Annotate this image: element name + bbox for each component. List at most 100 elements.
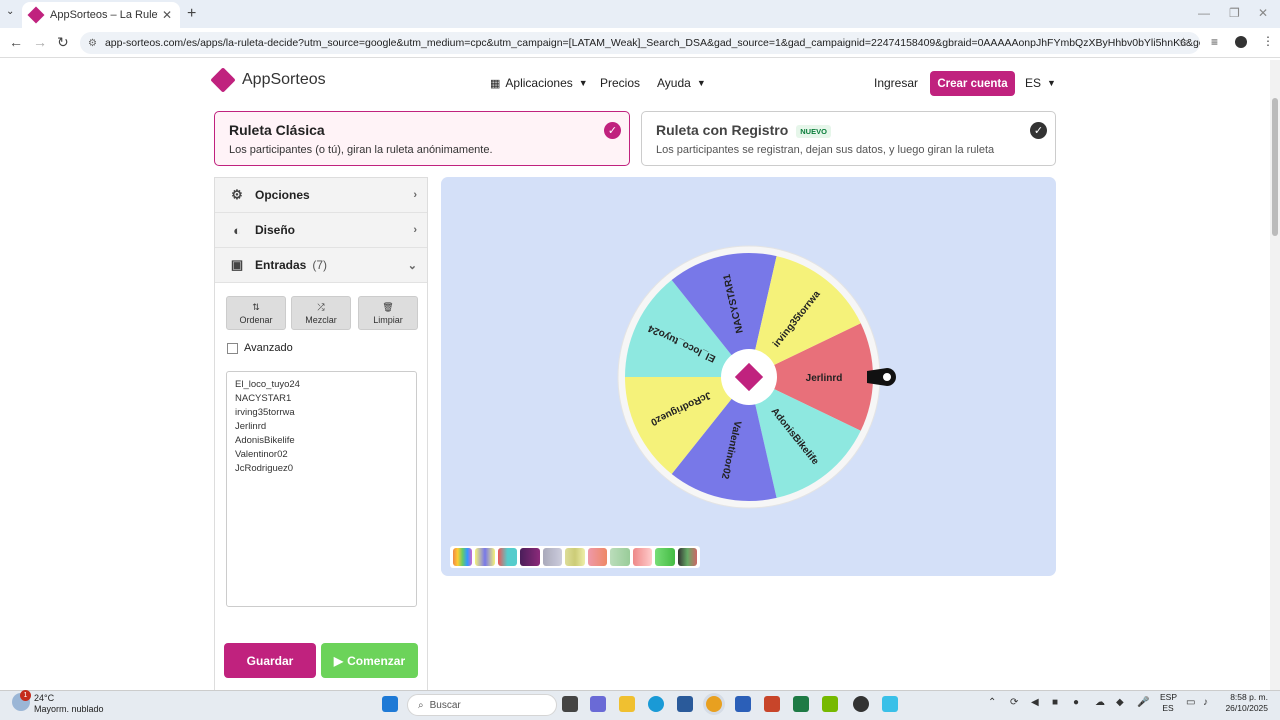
start-menu-icon[interactable] xyxy=(382,696,398,712)
minimize-icon[interactable]: — xyxy=(1198,6,1210,20)
nav-help[interactable]: Ayuda ▼ xyxy=(657,76,706,90)
system-clock[interactable]: 8:58 p. m. 26/10/2025 xyxy=(1218,692,1268,714)
language-selector[interactable]: ES ▼ xyxy=(1025,76,1056,90)
advanced-checkbox[interactable] xyxy=(227,342,238,354)
palette-swatch[interactable] xyxy=(677,548,697,566)
spin-wheel[interactable]: JerlinrdAdonisBikelifeValentinor02JcRodr… xyxy=(612,240,902,514)
palette-swatch[interactable] xyxy=(565,548,585,566)
tray-speaker-icon[interactable]: ◀ xyxy=(1031,697,1039,708)
reload-icon[interactable]: ↻ xyxy=(57,34,69,51)
tray-volume-icon[interactable]: ♪ xyxy=(1203,697,1208,708)
task-view-icon[interactable] xyxy=(562,696,578,712)
new-badge: NUEVO xyxy=(796,124,831,138)
palette-swatch[interactable] xyxy=(542,548,563,566)
tab-search-chevron-icon[interactable]: ⌄ xyxy=(6,6,14,17)
app-icon[interactable] xyxy=(882,696,898,712)
close-tab-icon[interactable]: ✕ xyxy=(162,8,172,22)
tray-network-icon[interactable]: ▭ xyxy=(1186,697,1195,708)
palette-swatch[interactable] xyxy=(610,548,630,566)
play-icon: ▶ xyxy=(333,653,344,668)
chrome-icon[interactable] xyxy=(706,696,722,712)
palette-swatch[interactable] xyxy=(453,548,473,566)
grid-icon: ▦ xyxy=(490,77,501,90)
lang-bottom: ES xyxy=(1162,703,1174,713)
forward-icon[interactable]: → xyxy=(33,34,47,50)
sort-button[interactable]: ⇅ Ordenar xyxy=(226,296,286,330)
start-button[interactable]: ▶ Comenzar xyxy=(321,643,418,678)
store-icon[interactable] xyxy=(677,696,693,712)
close-window-icon[interactable]: ✕ xyxy=(1258,6,1268,20)
palette-swatch[interactable] xyxy=(475,548,495,566)
excel-icon[interactable] xyxy=(793,696,809,712)
check-icon: ✓ xyxy=(1030,122,1047,139)
tray-record-icon[interactable]: ● xyxy=(1073,697,1079,708)
palette-swatch[interactable] xyxy=(632,548,653,566)
advanced-toggle[interactable]: Avanzado xyxy=(227,342,293,354)
accordion-options[interactable]: ⚙ Opciones › xyxy=(215,178,427,213)
entry-line: NACYSTAR1 xyxy=(235,393,292,404)
gear-icon: ⚙ xyxy=(231,187,243,202)
new-tab-button[interactable]: + xyxy=(187,5,196,23)
nav-prices[interactable]: Precios xyxy=(600,76,640,90)
input-language[interactable]: ESP ES xyxy=(1160,692,1177,714)
tray-defender-icon[interactable]: ◆ xyxy=(1116,697,1124,708)
chevron-down-icon: ▼ xyxy=(1047,78,1056,88)
save-button[interactable]: Guardar xyxy=(224,643,316,678)
tray-nvidia-icon[interactable]: ■ xyxy=(1052,697,1058,708)
site-logo[interactable]: AppSorteos xyxy=(210,67,326,93)
palette-icon: ◐ xyxy=(233,222,241,238)
shuffle-icon: ⤮ xyxy=(317,301,325,312)
tray-microphone-icon[interactable]: 🎤 xyxy=(1137,697,1149,708)
login-link[interactable]: Ingresar xyxy=(874,76,918,90)
palette-swatch[interactable] xyxy=(497,548,518,566)
url-text: app-sorteos.com/es/apps/la-ruleta-decide… xyxy=(104,37,1200,49)
restore-icon[interactable]: ❐ xyxy=(1229,6,1240,20)
browser-tab[interactable]: AppSorteos – La Ruleta de la Su ✕ xyxy=(22,2,180,28)
entry-line: AdonisBikelife xyxy=(235,435,295,446)
edge-icon[interactable] xyxy=(648,696,664,712)
temperature: 24°C xyxy=(34,693,55,703)
nav-applications[interactable]: ▦ Aplicaciones ▼ xyxy=(490,76,588,90)
palette-swatch[interactable] xyxy=(655,548,675,566)
powerpoint-icon[interactable] xyxy=(764,696,780,712)
clock-time: 8:58 p. m. xyxy=(1230,692,1268,702)
url-field[interactable]: ⚙ app-sorteos.com/es/apps/la-ruleta-deci… xyxy=(80,32,1200,54)
nav-applications-label: Aplicaciones xyxy=(505,76,573,90)
entries-textarea[interactable]: El_loco_tuyo24 NACYSTAR1 irving35torrwa Jer… xyxy=(226,371,417,607)
entry-line: irving35torrwa xyxy=(235,407,295,418)
bookmark-star-icon[interactable]: ☆ xyxy=(1178,35,1189,49)
entry-line: JcRodriguez0 xyxy=(235,463,294,474)
scrollbar-thumb[interactable] xyxy=(1272,98,1278,236)
back-icon[interactable]: ← xyxy=(9,34,23,50)
weather-widget[interactable]: 1 24°C Mayorm. nublado xyxy=(12,690,104,715)
chevron-down-icon: ⌄ xyxy=(407,259,417,272)
logo-text: AppSorteos xyxy=(242,71,326,88)
browser-menu-icon[interactable]: ⋮ xyxy=(1262,34,1274,48)
chevron-right-icon: › xyxy=(413,189,417,201)
word-icon[interactable] xyxy=(735,696,751,712)
profile-avatar[interactable] xyxy=(1235,36,1247,48)
app-icon[interactable] xyxy=(853,696,869,712)
media-controls-icon[interactable]: ≡ xyxy=(1211,35,1218,49)
accordion-entries[interactable]: ▣ Entradas (7) ⌄ xyxy=(215,248,427,283)
clear-button[interactable]: 🗑 Limpiar xyxy=(358,296,418,330)
site-info-icon[interactable]: ⚙ xyxy=(88,38,97,49)
taskbar-search[interactable]: ⌕ Buscar xyxy=(407,694,557,716)
palette-swatch[interactable] xyxy=(587,548,608,566)
nvidia-icon[interactable] xyxy=(822,696,838,712)
tray-cloud-icon[interactable]: ☁ xyxy=(1095,697,1105,708)
teams-icon[interactable] xyxy=(590,696,606,712)
pointer-dot xyxy=(883,373,891,381)
shuffle-button[interactable]: ⤮ Mezclar xyxy=(291,296,351,330)
mode-subtitle: Los participantes (o tú), giran la rulet… xyxy=(229,144,493,156)
mode-card-classic[interactable]: Ruleta Clásica Los participantes (o tú),… xyxy=(214,111,630,166)
wheel-segment-label: Jerlinrd xyxy=(806,373,843,384)
signup-button[interactable]: Crear cuenta xyxy=(930,71,1015,96)
accordion-design[interactable]: ◐ Diseño › xyxy=(215,213,427,248)
palette-swatch[interactable] xyxy=(520,548,540,566)
tray-expand-icon[interactable]: ⌃ xyxy=(988,697,996,708)
file-explorer-icon[interactable] xyxy=(619,696,635,712)
tray-sync-icon[interactable]: ⟳ xyxy=(1010,697,1018,708)
mode-card-registration[interactable]: Ruleta con Registro NUEVO Los participant… xyxy=(641,111,1056,166)
entries-count: (7) xyxy=(312,258,328,272)
